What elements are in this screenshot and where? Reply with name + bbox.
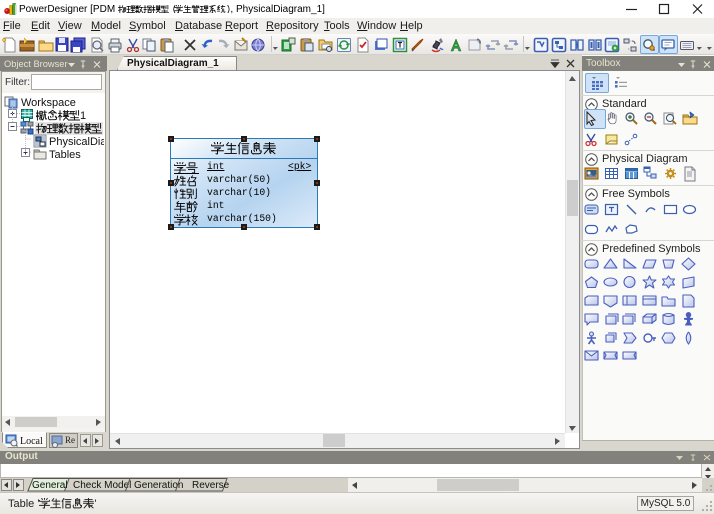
svg-text:General: General [32, 480, 68, 491]
svg-text:Reverse: Reverse [192, 480, 230, 491]
svg-text:Check Model: Check Model [73, 480, 131, 491]
